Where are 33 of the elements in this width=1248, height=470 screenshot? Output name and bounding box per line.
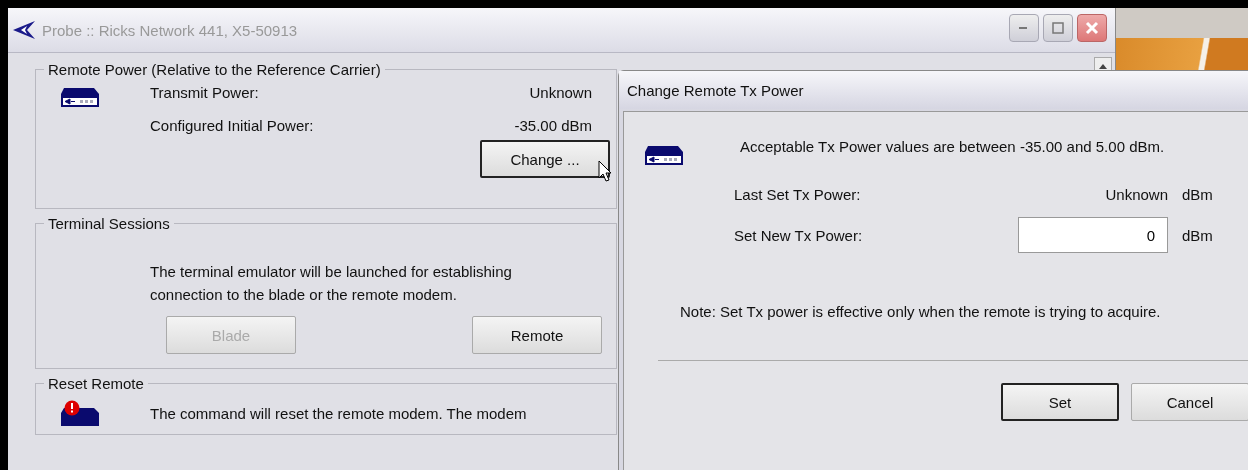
modem-icon xyxy=(644,144,684,166)
app-logo-icon xyxy=(12,19,36,41)
description-text: The terminal emulator will be launched for establishing connection to the blade or the remote modem. xyxy=(149,262,513,305)
unit-label: dBm xyxy=(1182,186,1214,203)
group-title: Remote Power (Relative to the Reference Carrier) xyxy=(47,61,382,78)
change-button[interactable]: Change ... xyxy=(480,140,610,178)
dialog-message: Acceptable Tx Power values are between -35.00 and 5.00 dBm. xyxy=(740,137,1166,157)
field-value: Unknown xyxy=(1104,186,1168,203)
modem-warning-icon xyxy=(60,400,100,426)
field-label: Transmit Power: xyxy=(150,84,259,101)
field-value: -35.00 dBm xyxy=(514,117,592,134)
minimize-icon xyxy=(1019,26,1029,30)
close-button[interactable] xyxy=(1077,14,1107,42)
remote-button[interactable]: Remote xyxy=(472,316,602,354)
note-text: Note: Set Tx power is effective only when the remote is trying to acquire. xyxy=(680,303,1162,320)
group-title: Terminal Sessions xyxy=(47,215,171,232)
description-text: The command will reset the remote modem. The modem xyxy=(150,404,527,424)
cancel-button[interactable]: Cancel xyxy=(1131,383,1248,421)
maximize-icon xyxy=(1052,22,1064,34)
set-button[interactable]: Set xyxy=(1001,383,1119,421)
dialog-title: Change Remote Tx Power xyxy=(627,81,804,99)
window-title: Probe :: Ricks Network 441, X5-50913 xyxy=(42,21,299,39)
maximize-button[interactable] xyxy=(1043,14,1073,42)
close-icon xyxy=(1085,21,1099,35)
group-title: Reset Remote xyxy=(47,375,145,392)
modem-icon xyxy=(60,86,100,108)
cursor-icon xyxy=(598,160,612,182)
field-label: Last Set Tx Power: xyxy=(734,186,862,203)
field-label: Configured Initial Power: xyxy=(150,117,314,134)
field-label: Set New Tx Power: xyxy=(734,226,864,244)
field-value: Unknown xyxy=(529,84,592,101)
power-input-field[interactable]: 0 xyxy=(1018,217,1168,253)
unit-label: dBm xyxy=(1182,226,1214,244)
